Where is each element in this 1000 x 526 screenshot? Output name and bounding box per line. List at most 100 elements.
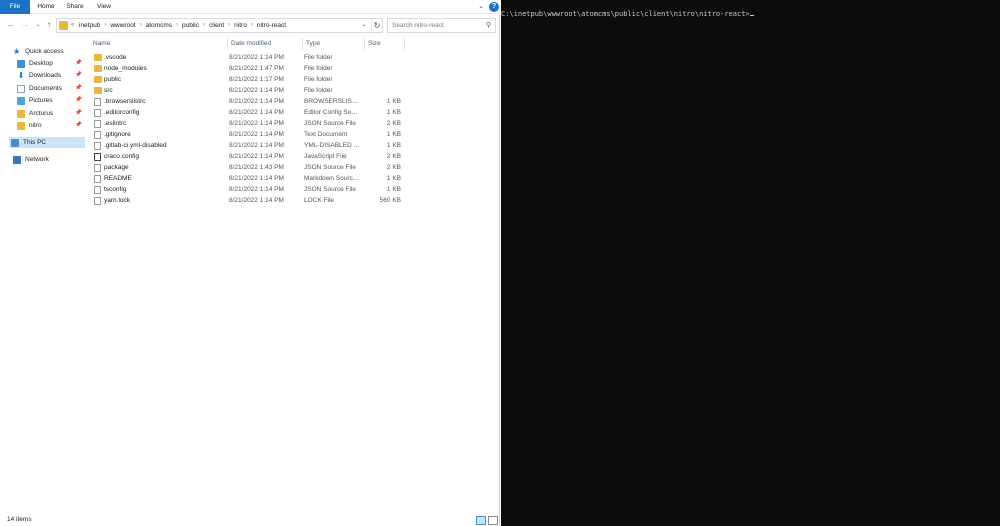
file-size: 1 KB (386, 131, 401, 138)
column-header-type[interactable]: Type (303, 38, 365, 50)
command-prompt-window[interactable]: C:\inetpub\wwwroot\atomcms\public\client… (501, 0, 1000, 526)
column-header-date-modified[interactable]: Date modified (228, 38, 303, 50)
file-size: 1 KB (386, 142, 401, 149)
file-name: .gitlab-ci.yml-disabled (104, 142, 167, 149)
file-row[interactable]: README 8/21/2022 1:14 PM Markdown Source..… (90, 173, 410, 184)
file-row[interactable]: node_modules 8/21/2022 1:47 PM File folder (90, 63, 410, 74)
star-icon: ★ (13, 46, 21, 56)
file-type: Markdown Source... (304, 175, 361, 182)
expand-ribbon-chevron-icon[interactable]: ⌄ (476, 1, 486, 12)
file-row[interactable]: package 8/21/2022 1:43 PM JSON Source File… (90, 162, 410, 173)
navigation-bar: ← → ⌄ ↑ « inetpub › wwwroot › atomcms › … (0, 15, 500, 35)
tab-file[interactable]: File (0, 0, 30, 14)
column-header-name[interactable]: Name (90, 38, 228, 50)
crumb-wwwroot[interactable]: wwwroot (110, 19, 135, 32)
file-icon (94, 119, 101, 128)
crumb-separator-icon[interactable]: › (251, 19, 253, 32)
file-row[interactable]: src 8/21/2022 1:14 PM File folder (90, 85, 410, 96)
file-row[interactable]: .gitignore 8/21/2022 1:14 PM Text Document… (90, 129, 410, 140)
crumb-nitro[interactable]: nitro (234, 19, 247, 32)
file-date: 8/21/2022 1:14 PM (229, 153, 284, 160)
back-arrow-icon[interactable]: ← (6, 19, 16, 31)
file-row[interactable]: .editorconfig 8/21/2022 1:14 PM Editor Con… (90, 107, 410, 118)
sidebar-item-desktop[interactable]: Desktop 📌 (17, 58, 83, 69)
file-name: craco.config (104, 153, 140, 160)
file-type: JavaScript File (304, 153, 347, 160)
crumb-separator-icon[interactable]: › (140, 19, 142, 32)
sidebar-item-network[interactable]: Network (13, 154, 83, 165)
address-dropdown-chevron-icon[interactable]: ⌄ (359, 19, 369, 32)
file-row[interactable]: public 8/21/2022 1:17 PM File folder (90, 74, 410, 85)
address-bar[interactable]: « inetpub › wwwroot › atomcms › public ›… (56, 18, 383, 33)
folder-icon (17, 121, 25, 130)
file-date: 8/21/2022 1:14 PM (229, 131, 284, 138)
file-type: JSON Source File (304, 186, 357, 193)
network-icon (13, 155, 21, 164)
pin-icon: 📌 (75, 85, 82, 91)
file-row[interactable]: .vscode 8/21/2022 1:14 PM File folder (90, 52, 410, 63)
file-row[interactable]: .browserslistrc 8/21/2022 1:14 PM BROWSERS… (90, 96, 410, 107)
hidden-crumbs-chevron-icon[interactable]: « (71, 19, 74, 32)
crumb-client[interactable]: client (209, 19, 224, 32)
help-icon[interactable]: ? (489, 2, 499, 12)
tab-view[interactable]: View (94, 0, 114, 14)
crumb-separator-icon[interactable]: › (228, 19, 230, 32)
refresh-icon[interactable]: ↻ (371, 19, 382, 32)
sidebar-item-downloads[interactable]: ⬇ Downloads 📌 (17, 70, 83, 81)
file-date: 8/21/2022 1:14 PM (229, 186, 284, 193)
file-size: 1 KB (386, 98, 401, 105)
file-date: 8/21/2022 1:14 PM (229, 109, 284, 116)
file-name: .eslintrc (104, 120, 127, 127)
recent-locations-chevron-icon[interactable]: ⌄ (33, 19, 43, 31)
file-row[interactable]: yarn.lock 8/21/2022 1:14 PM LOCK File 560 K… (90, 195, 410, 206)
crumb-separator-icon[interactable]: › (176, 19, 178, 32)
pin-icon: 📌 (75, 60, 82, 66)
download-arrow-icon: ⬇ (17, 70, 25, 80)
file-explorer-window: File Home Share View ⌄ ? ← → ⌄ ↑ « inetp… (0, 0, 500, 526)
file-type: Text Document (304, 131, 348, 138)
file-row[interactable]: .gitlab-ci.yml-disabled 8/21/2022 1:14 PM… (90, 140, 410, 151)
large-icons-view-icon[interactable] (488, 516, 498, 525)
column-header-size[interactable]: Size (365, 38, 405, 50)
sidebar-item-nitro[interactable]: nitro 📌 (17, 120, 83, 131)
ribbon: File Home Share View ⌄ ? (0, 0, 500, 14)
file-size: 1 KB (386, 175, 401, 182)
search-input[interactable]: Search nitro-react ⚲ (387, 18, 496, 33)
file-row[interactable]: craco.config 8/21/2022 1:14 PM JavaScript … (90, 151, 410, 162)
sidebar-item-quick-access[interactable]: ★ Quick access (13, 46, 83, 57)
crumb-atomcms[interactable]: atomcms (146, 19, 172, 32)
up-arrow-icon[interactable]: ↑ (44, 19, 54, 31)
folder-icon (94, 54, 102, 61)
file-icon (94, 163, 101, 172)
sidebar-item-pictures[interactable]: Pictures 📌 (17, 95, 83, 106)
file-type: File folder (304, 54, 333, 61)
file-name: .vscode (104, 54, 127, 61)
file-size: 560 KB (379, 197, 401, 204)
sidebar-item-documents[interactable]: Documents 📌 (17, 83, 83, 94)
crumb-nitro-react[interactable]: nitro-react (257, 19, 286, 32)
crumb-separator-icon[interactable]: › (203, 19, 205, 32)
file-icon (94, 152, 101, 161)
folder-icon (94, 87, 102, 94)
file-row[interactable]: .eslintrc 8/21/2022 1:14 PM JSON Source Fi… (90, 118, 410, 129)
search-placeholder: Search nitro-react (392, 22, 444, 29)
tab-home[interactable]: Home (35, 0, 57, 14)
sidebar-item-this-pc[interactable]: This PC (9, 137, 85, 148)
file-size: 2 KB (386, 164, 401, 171)
crumb-separator-icon[interactable]: › (104, 19, 106, 32)
crumb-inetpub[interactable]: inetpub (79, 19, 100, 32)
details-view-icon[interactable] (476, 516, 486, 525)
file-name: tsconfig (104, 186, 127, 193)
status-bar: 14 items (0, 514, 500, 526)
file-row[interactable]: tsconfig 8/21/2022 1:14 PM JSON Source Fil… (90, 184, 410, 195)
forward-arrow-icon[interactable]: → (20, 19, 30, 31)
crumb-public[interactable]: public (182, 19, 199, 32)
sidebar-item-arcturus[interactable]: Arcturus 📌 (17, 108, 83, 119)
file-name: public (104, 76, 121, 83)
breadcrumb: inetpub › wwwroot › atomcms › public › c… (79, 19, 286, 32)
file-icon (94, 174, 101, 183)
file-type: BROWSERSLISTRC ... (304, 98, 361, 105)
file-name: package (104, 164, 129, 171)
tab-share[interactable]: Share (64, 0, 86, 14)
file-name: src (104, 87, 113, 94)
